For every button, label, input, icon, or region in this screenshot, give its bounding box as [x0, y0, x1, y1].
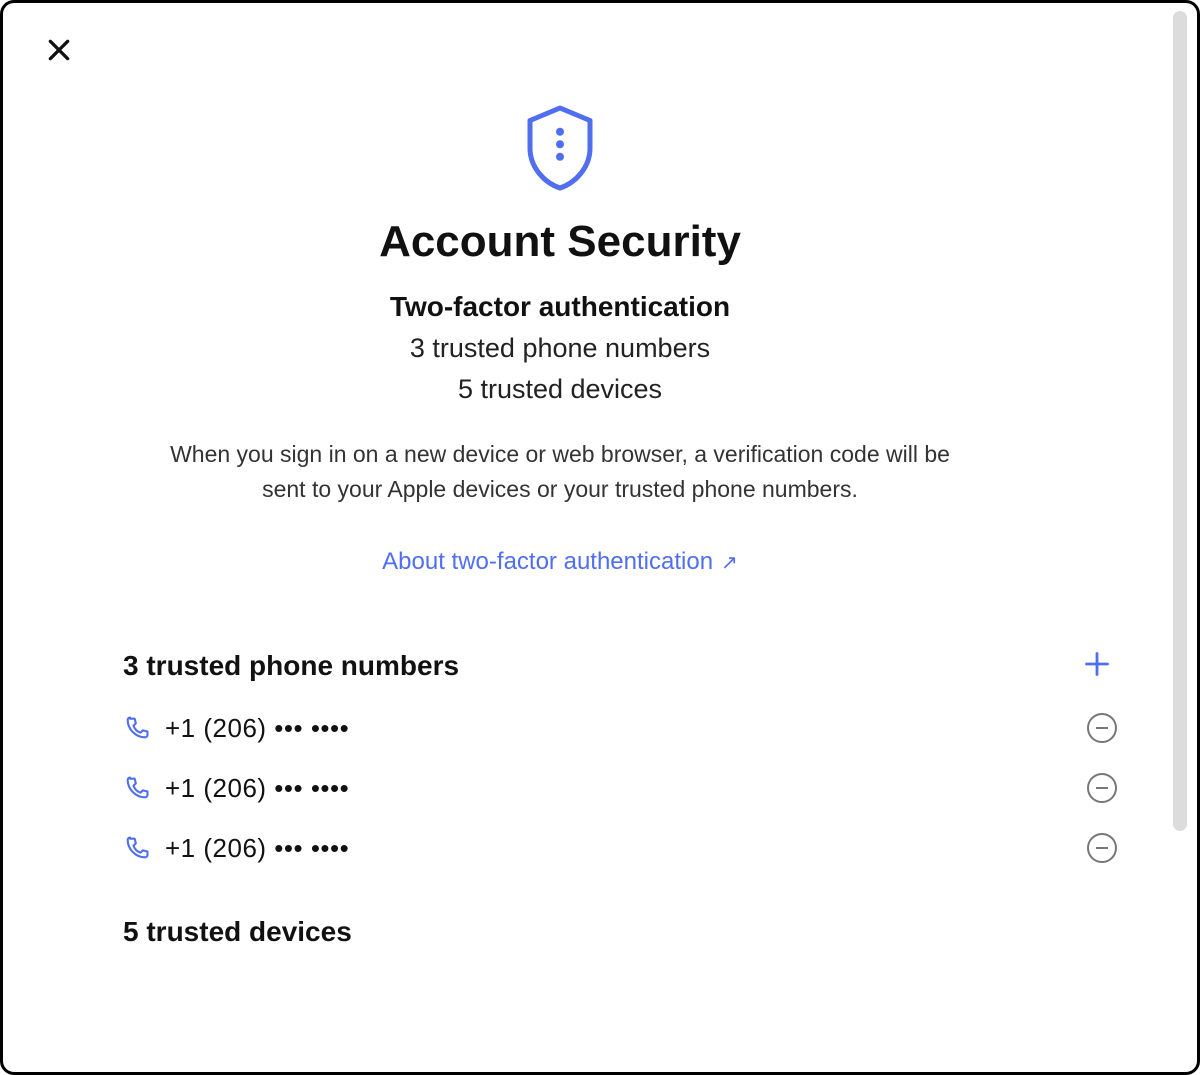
trusted-phones-header: 3 trusted phone numbers	[123, 646, 1117, 686]
phone-number: +1 (206) ••• ••••	[165, 773, 349, 804]
remove-phone-button[interactable]	[1087, 833, 1117, 863]
scrollbar[interactable]	[1173, 11, 1187, 831]
plus-icon	[1083, 648, 1111, 684]
phone-list: +1 (206) ••• •••• +1 (20	[123, 704, 1117, 872]
two-factor-subtitle: Two-factor authentication	[3, 291, 1117, 323]
external-link-icon: ↗	[721, 550, 738, 575]
phone-number: +1 (206) ••• ••••	[165, 713, 349, 744]
trusted-phone-numbers-section: 3 trusted phone numbers	[3, 646, 1117, 872]
remove-phone-button[interactable]	[1087, 773, 1117, 803]
phone-number-text: +1 (206) ••• ••••	[165, 773, 349, 804]
trusted-devices-summary: 5 trusted devices	[3, 374, 1117, 405]
add-phone-button[interactable]	[1077, 646, 1117, 686]
two-factor-description: When you sign in on a new device or web …	[160, 437, 960, 506]
about-two-factor-link[interactable]: About two-factor authentication ↗	[382, 548, 738, 576]
phone-row: +1 (206) ••• ••••	[123, 704, 1117, 752]
phone-row: +1 (206) ••• ••••	[123, 764, 1117, 812]
phone-number-text: +1 (206) ••• ••••	[165, 833, 349, 864]
phone-row: +1 (206) ••• ••••	[123, 824, 1117, 872]
phone-icon	[123, 714, 151, 742]
phone-icon	[123, 834, 151, 862]
phone-number: +1 (206) ••• ••••	[165, 833, 349, 864]
trusted-phones-summary: 3 trusted phone numbers	[3, 333, 1117, 364]
phone-icon	[123, 774, 151, 802]
modal-content: Account Security Two-factor authenticati…	[3, 3, 1157, 1072]
remove-phone-button[interactable]	[1087, 713, 1117, 743]
trusted-phones-title: 3 trusted phone numbers	[123, 650, 459, 682]
shield-icon	[520, 103, 600, 193]
phone-number-text: +1 (206) ••• ••••	[165, 713, 349, 744]
trusted-devices-title: 5 trusted devices	[123, 916, 1117, 948]
trusted-devices-section: 5 trusted devices	[3, 916, 1117, 948]
modal-frame: Account Security Two-factor authenticati…	[0, 0, 1200, 1075]
hero-section: Account Security Two-factor authenticati…	[3, 103, 1117, 576]
about-two-factor-link-label: About two-factor authentication	[382, 548, 713, 576]
page-title: Account Security	[3, 217, 1117, 267]
